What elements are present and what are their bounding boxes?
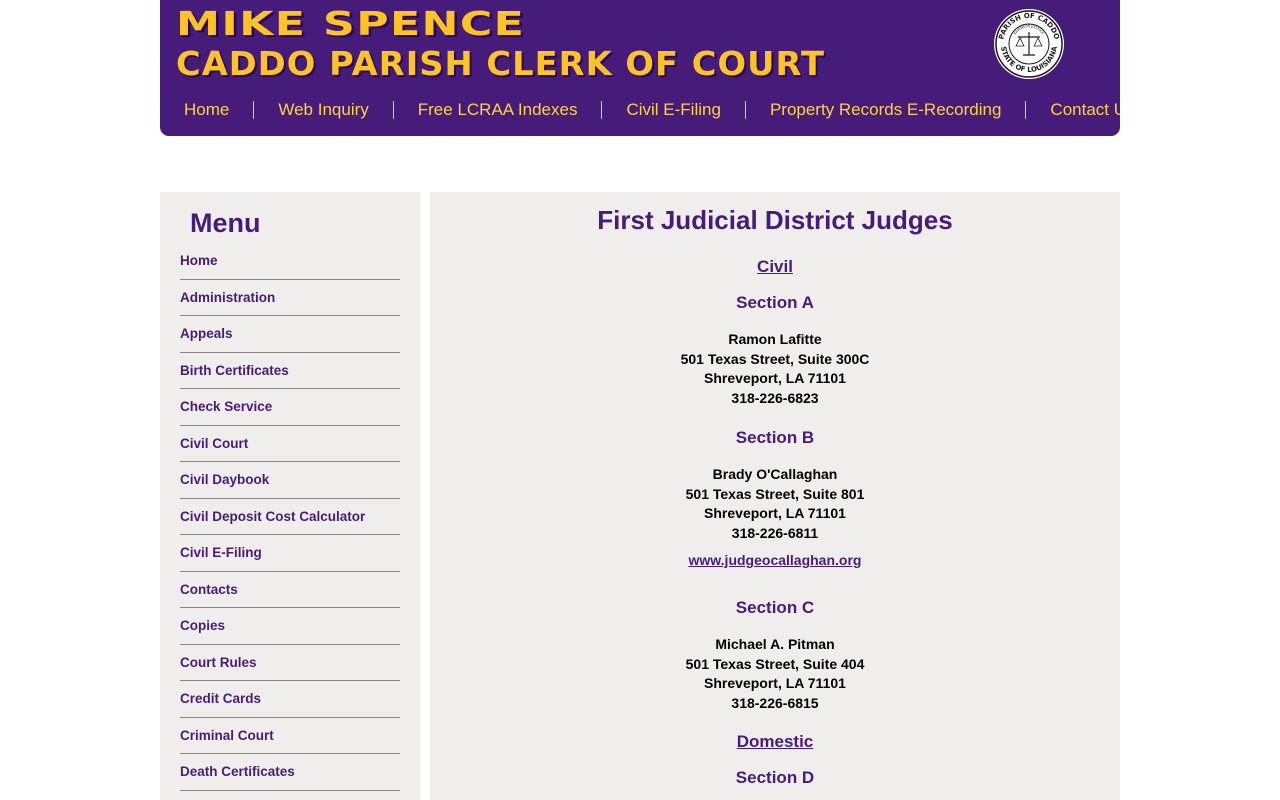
sidebar-item-home: Home — [180, 243, 400, 280]
site-header: MIKE SPENCE CADDO PARISH CLERK OF COURT … — [160, 0, 1120, 136]
sidebar-item-birth-certificates: Birth Certificates — [180, 353, 400, 389]
section-a-heading: Section A — [736, 293, 814, 312]
section-d-heading: Section D — [735, 768, 815, 787]
sidebar-link-court-rules[interactable]: Court Rules — [180, 655, 257, 670]
sidebar-link-death-certificates[interactable]: Death Certificates — [180, 764, 295, 779]
judge-name: Brady O'Callaghan — [712, 466, 838, 482]
sidebar-item-civil-court: Civil Court — [180, 426, 400, 462]
site-title-line1: MIKE SPENCE — [176, 4, 526, 43]
judge-name: Michael A. Pitman — [715, 636, 835, 652]
sidebar-item-credit-cards: Credit Cards — [180, 681, 400, 718]
sidebar-link-appeals[interactable]: Appeals — [180, 326, 233, 341]
sidebar: Menu Home Administration Appeals Birth C… — [160, 192, 420, 800]
judge-phone: 318-226-6811 — [731, 524, 819, 541]
judge-website-row: www.judgeocallaghan.org — [430, 552, 1120, 570]
judge-address: 501 Texas Street, Suite 300C — [680, 350, 870, 367]
sidebar-link-civil-e-filing[interactable]: Civil E-Filing — [180, 545, 262, 560]
sidebar-link-contacts[interactable]: Contacts — [180, 582, 238, 597]
sidebar-item-copies: Copies — [180, 608, 400, 645]
judge-phone: 318-226-6815 — [731, 694, 819, 711]
sidebar-item-civil-deposit-cost-calculator: Civil Deposit Cost Calculator — [180, 499, 400, 535]
sidebar-menu: Home Administration Appeals Birth Certif… — [180, 243, 400, 791]
sidebar-item-death-certificates: Death Certificates — [180, 754, 400, 791]
sidebar-link-civil-court[interactable]: Civil Court — [180, 436, 248, 451]
sidebar-item-appeals: Appeals — [180, 316, 400, 353]
nav-property-records-e-recording[interactable]: Property Records E-Recording — [746, 101, 1027, 119]
sidebar-item-criminal-court: Criminal Court — [180, 718, 400, 754]
judge-card-section-c: Michael A. Pitman 501 Texas Street, Suit… — [430, 635, 1120, 713]
sidebar-item-court-rules: Court Rules — [180, 645, 400, 681]
nav-contact-us[interactable]: Contact Us — [1026, 101, 1120, 119]
judge-city: Shreveport, LA 71101 — [704, 505, 846, 521]
sidebar-link-credit-cards[interactable]: Credit Cards — [180, 691, 261, 706]
judge-card-section-b: Brady O'Callaghan 501 Texas Street, Suit… — [430, 465, 1120, 543]
section-c-heading: Section C — [735, 598, 815, 617]
domestic-link[interactable]: Domestic — [737, 732, 814, 751]
category-heading-civil: Civil — [430, 257, 1120, 277]
sidebar-link-criminal-court[interactable]: Criminal Court — [180, 728, 274, 743]
main-content: First Judicial District Judges Civil Sec… — [430, 192, 1120, 800]
sidebar-link-home[interactable]: Home — [180, 253, 218, 268]
category-heading-domestic: Domestic — [430, 732, 1120, 752]
judge-phone: 318-226-6823 — [731, 389, 819, 406]
judge-name: Ramon Lafitte — [728, 331, 822, 347]
judge-city: Shreveport, LA 71101 — [704, 675, 846, 691]
nav-web-inquiry[interactable]: Web Inquiry — [254, 101, 394, 119]
page-title: First Judicial District Judges — [597, 205, 953, 235]
site-title-line2: CADDO PARISH CLERK OF COURT — [176, 44, 825, 83]
sidebar-link-check-service[interactable]: Check Service — [180, 399, 272, 414]
judge-website-link[interactable]: www.judgeocallaghan.org — [689, 552, 862, 568]
sidebar-item-contacts: Contacts — [180, 572, 400, 608]
section-b-heading: Section B — [735, 428, 815, 447]
sidebar-link-civil-daybook[interactable]: Civil Daybook — [180, 472, 269, 487]
nav-civil-e-filing[interactable]: Civil E-Filing — [602, 101, 746, 119]
sidebar-item-check-service: Check Service — [180, 389, 400, 426]
nav-home[interactable]: Home — [160, 101, 255, 119]
civil-link[interactable]: Civil — [757, 257, 793, 276]
judge-card-section-a: Ramon Lafitte 501 Texas Street, Suite 30… — [430, 330, 1120, 408]
nav-free-lcraa-indexes[interactable]: Free LCRAA Indexes — [394, 101, 603, 119]
menu-heading: Menu — [190, 208, 261, 238]
judge-city: Shreveport, LA 71101 — [704, 370, 846, 386]
sidebar-item-civil-e-filing: Civil E-Filing — [180, 535, 400, 572]
parish-seal-logo: PARISH OF CADDO STATE OF LOUISIANA FAIRN… — [994, 9, 1064, 79]
top-navigation: Home Web Inquiry Free LCRAA Indexes Civi… — [160, 96, 1120, 124]
sidebar-link-copies[interactable]: Copies — [180, 618, 225, 633]
sidebar-link-civil-deposit-cost-calculator[interactable]: Civil Deposit Cost Calculator — [180, 509, 365, 524]
judge-address: 501 Texas Street, Suite 404 — [685, 655, 865, 672]
sidebar-link-administration[interactable]: Administration — [180, 290, 275, 305]
sidebar-link-birth-certificates[interactable]: Birth Certificates — [180, 363, 289, 378]
sidebar-item-civil-daybook: Civil Daybook — [180, 462, 400, 499]
judge-address: 501 Texas Street, Suite 801 — [685, 485, 865, 502]
sidebar-item-administration: Administration — [180, 280, 400, 316]
